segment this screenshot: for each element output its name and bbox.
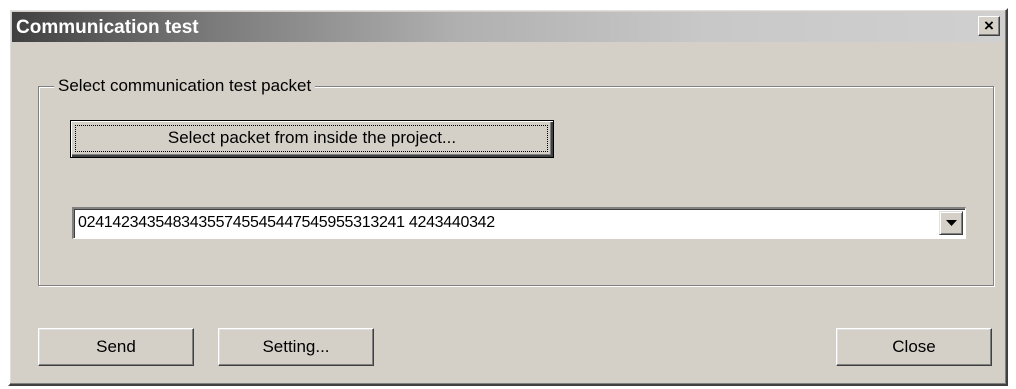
setting-button[interactable]: Setting...	[218, 328, 374, 366]
communication-test-dialog: Communication test × Select communicatio…	[8, 8, 1008, 386]
close-button[interactable]: Close	[836, 328, 992, 366]
packet-combobox[interactable]: 02414234354834355745545447545955313241 4…	[72, 207, 966, 239]
dialog-title: Communication test	[16, 17, 199, 38]
close-icon[interactable]: ×	[978, 16, 1000, 36]
groupbox-legend: Select communication test packet	[54, 76, 316, 96]
select-packet-label: Select packet from inside the project...	[167, 128, 457, 147]
chevron-down-icon[interactable]	[939, 211, 963, 235]
packet-value: 02414234354834355745545447545955313241 4…	[78, 214, 495, 231]
send-button[interactable]: Send	[38, 328, 194, 366]
title-bar[interactable]: Communication test ×	[12, 12, 1004, 42]
select-packet-button[interactable]: Select packet from inside the project...	[70, 120, 554, 158]
setting-label: Setting...	[262, 337, 330, 356]
packet-groupbox	[38, 86, 994, 286]
close-label: Close	[892, 337, 936, 356]
send-label: Send	[96, 337, 136, 356]
